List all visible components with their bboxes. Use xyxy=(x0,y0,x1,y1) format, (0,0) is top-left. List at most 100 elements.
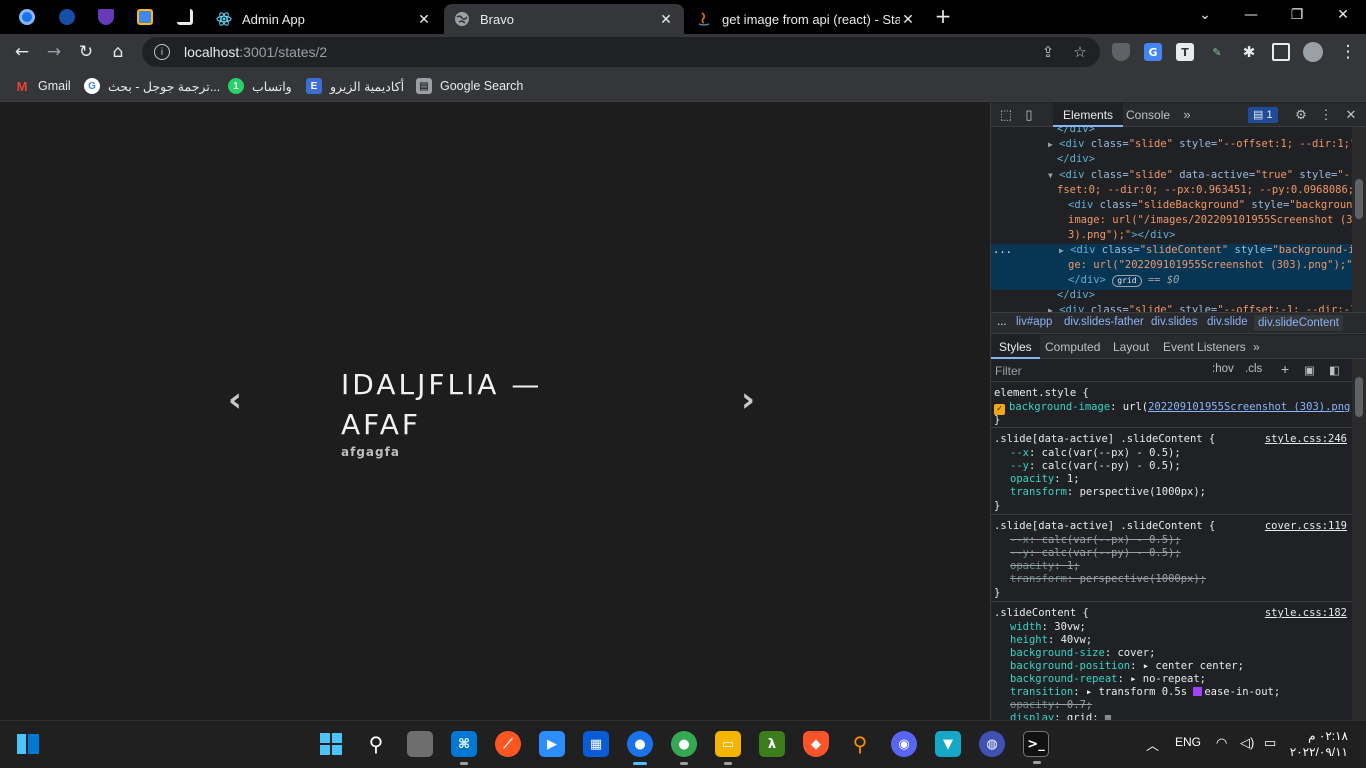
rule-declaration[interactable]: transform: perspective(1000px); xyxy=(1010,486,1206,499)
scroll-thumb[interactable] xyxy=(1355,377,1363,417)
dom-line-selected[interactable]: ▶ <div class="slideContent" style="backg… xyxy=(1059,243,1353,258)
grid-badge[interactable]: grid xyxy=(1112,275,1142,287)
dom-scrollbar[interactable] xyxy=(1352,127,1366,312)
search-icon[interactable]: ⚲ xyxy=(363,731,389,757)
share-icon[interactable]: ⇪ xyxy=(1039,43,1057,61)
extensions-puzzle-icon[interactable]: ✱ xyxy=(1240,43,1258,61)
restore-button[interactable]: ❐ xyxy=(1274,0,1320,30)
profile-avatar[interactable] xyxy=(1303,42,1323,62)
settings-gear-icon[interactable]: ⚙ xyxy=(1293,107,1309,123)
volume-icon[interactable]: ◁) xyxy=(1240,735,1254,751)
terminal-icon[interactable]: >_ xyxy=(1023,731,1049,764)
tab-search-button[interactable]: ⌄ xyxy=(1182,0,1228,30)
zoom-icon[interactable]: ▶ xyxy=(539,731,565,757)
image-url-link[interactable]: 202209101955Screenshot (303).png xyxy=(1148,401,1350,413)
collapse-triangle-icon[interactable]: ▼ xyxy=(1048,171,1053,180)
dom-line[interactable]: ▶ <div class="slide" style="--offset:-1;… xyxy=(1048,303,1353,312)
bookmark-star-icon[interactable]: ☆ xyxy=(1071,43,1089,61)
shield-extension-icon[interactable] xyxy=(1112,43,1130,61)
address-bar[interactable]: i localhost:3001/states/2 xyxy=(142,37,1100,67)
input-language[interactable]: ENG xyxy=(1175,735,1201,749)
tab-stackoverflow[interactable]: get image from api (react) - Stack ✕ xyxy=(686,4,926,34)
rule-declaration[interactable]: --y: calc(var(--py) - 0.5); xyxy=(1010,460,1181,473)
new-tab-button[interactable]: + xyxy=(932,6,954,28)
dom-line[interactable]: ▶ <div class="slide" style="--offset:1; … xyxy=(1048,137,1353,152)
dom-line[interactable]: </div> grid == $0 xyxy=(1068,273,1179,288)
dom-line[interactable]: </div> xyxy=(1057,127,1095,137)
widgets-icon[interactable] xyxy=(15,731,41,757)
pinned-tab-4[interactable] xyxy=(128,5,162,29)
breadcrumb-slide-content[interactable]: div.slideContent xyxy=(1254,315,1343,331)
menu-kebab-icon[interactable]: ⋮ xyxy=(1334,38,1362,66)
rule-declaration[interactable]: ✓ background-image: url(202209101955Scree… xyxy=(994,401,1353,415)
pinned-tab-5[interactable] xyxy=(168,5,202,29)
file-explorer-icon[interactable]: ▭ xyxy=(715,731,741,765)
tab-admin-app[interactable]: Admin App ✕ xyxy=(206,4,442,34)
pinned-tab-1[interactable] xyxy=(10,5,44,29)
rule-declaration[interactable]: background-size: cover; xyxy=(1010,647,1155,660)
discord-icon[interactable]: ◉ xyxy=(891,731,917,757)
close-window-button[interactable]: ✕ xyxy=(1320,0,1366,30)
dom-ellipsis[interactable]: ... xyxy=(993,243,1012,258)
breadcrumb-slide[interactable]: div.slide xyxy=(1207,316,1248,328)
more-tabs-icon[interactable]: » xyxy=(1179,107,1195,123)
postman-icon[interactable]: ⟋ xyxy=(495,731,521,757)
rule-declaration[interactable]: background-position: ▸ center center; xyxy=(1010,660,1244,673)
reload-icon[interactable]: ↻ xyxy=(72,38,100,66)
chrome-icon[interactable]: ● xyxy=(671,731,697,765)
close-tab-icon[interactable]: ✕ xyxy=(900,11,916,28)
hov-toggle[interactable]: :hov xyxy=(1212,363,1234,375)
close-devtools-icon[interactable]: ✕ xyxy=(1343,107,1359,123)
wifi-icon[interactable]: ◠ xyxy=(1216,735,1227,751)
chrome-active-icon[interactable]: ● xyxy=(627,731,653,765)
breadcrumb-app[interactable]: liv#app xyxy=(1016,316,1052,328)
vpn-app-icon[interactable]: ▼ xyxy=(935,731,961,757)
toggle-sidebar-icon[interactable]: ◧ xyxy=(1329,363,1340,377)
dom-line[interactable]: fset:0; --dir:0; --px:0.963451; --py:0.0… xyxy=(1057,183,1353,198)
dom-line[interactable]: </div> xyxy=(1057,152,1095,167)
system-clock[interactable]: ٠٢:١٨ م ٢٠٢٢/٠٩/١١ xyxy=(1290,728,1348,760)
breadcrumb-slides[interactable]: div.slides xyxy=(1151,316,1197,328)
side-panel-icon[interactable] xyxy=(1272,43,1290,61)
grid-editor-icon[interactable]: ▦ xyxy=(1105,712,1111,720)
bookmark-google-translate[interactable]: G ترجمة جوجل - بحث... xyxy=(84,76,220,96)
forward-arrow-icon[interactable]: → xyxy=(40,38,68,66)
rule-declaration[interactable]: width: 30vw; xyxy=(1010,621,1086,634)
next-slide-button[interactable]: › xyxy=(741,383,755,417)
rule-declaration[interactable]: --x: calc(var(--px) - 0.5); xyxy=(1010,447,1181,460)
tab-event-listeners[interactable]: Event Listeners xyxy=(1155,335,1254,359)
inspect-element-icon[interactable]: ⬚ xyxy=(998,107,1014,123)
issues-badge[interactable]: ▤ 1 xyxy=(1248,107,1278,123)
rule-declaration[interactable]: display: grid; ▦ xyxy=(1010,712,1111,720)
bookmark-gmail[interactable]: M Gmail xyxy=(14,76,71,96)
dom-line[interactable]: 3).png");"></div> xyxy=(1068,228,1175,243)
home-icon[interactable]: ⌂ xyxy=(104,38,132,66)
pen-extension-icon[interactable]: ✎ xyxy=(1208,43,1226,61)
rule-declaration-overridden[interactable]: transform: perspective(1000px); xyxy=(1010,573,1206,586)
dom-line[interactable]: ▼ <div class="slide" data-active="true" … xyxy=(1048,168,1353,183)
styles-scrollbar[interactable] xyxy=(1352,359,1366,720)
bookmark-whatsapp[interactable]: 1 واتساب xyxy=(228,76,292,96)
close-tab-icon[interactable]: ✕ xyxy=(658,11,674,28)
rule-declaration-overridden[interactable]: opacity: 1; xyxy=(1010,560,1080,573)
info-icon[interactable]: i xyxy=(154,44,170,60)
tab-computed[interactable]: Computed xyxy=(1037,335,1108,359)
new-rule-plus-icon[interactable]: + xyxy=(1281,361,1289,377)
brave-icon[interactable]: ◆ xyxy=(803,731,829,757)
rule-declaration-overridden[interactable]: opacity: 0.7; xyxy=(1010,699,1092,712)
tab-elements[interactable]: Elements xyxy=(1053,103,1124,127)
minimize-button[interactable]: — xyxy=(1228,0,1274,30)
vscode-icon[interactable]: ⌘ xyxy=(451,731,477,765)
rule-declaration[interactable]: transition: ▸ transform 0.5s ease-in-out… xyxy=(1010,686,1280,699)
magnifier-app-icon[interactable]: ⚲ xyxy=(847,731,873,757)
back-arrow-icon[interactable]: ← xyxy=(8,38,36,66)
battery-icon[interactable]: ▭ xyxy=(1264,735,1276,751)
lambda-app-icon[interactable]: λ xyxy=(759,731,785,757)
globe-app-icon[interactable]: ◍ xyxy=(979,731,1005,757)
source-link[interactable]: style.css:182 xyxy=(1265,607,1347,620)
dom-line[interactable]: <div class="slideBackground" style="back… xyxy=(1068,198,1353,213)
breadcrumb-slides-father[interactable]: div.slides-father xyxy=(1064,316,1144,328)
translate-extension-icon[interactable]: G xyxy=(1144,43,1162,61)
dom-line[interactable]: ge: url("202209101955Screenshot (303).pn… xyxy=(1068,258,1353,273)
prev-slide-button[interactable]: ‹ xyxy=(228,383,242,417)
